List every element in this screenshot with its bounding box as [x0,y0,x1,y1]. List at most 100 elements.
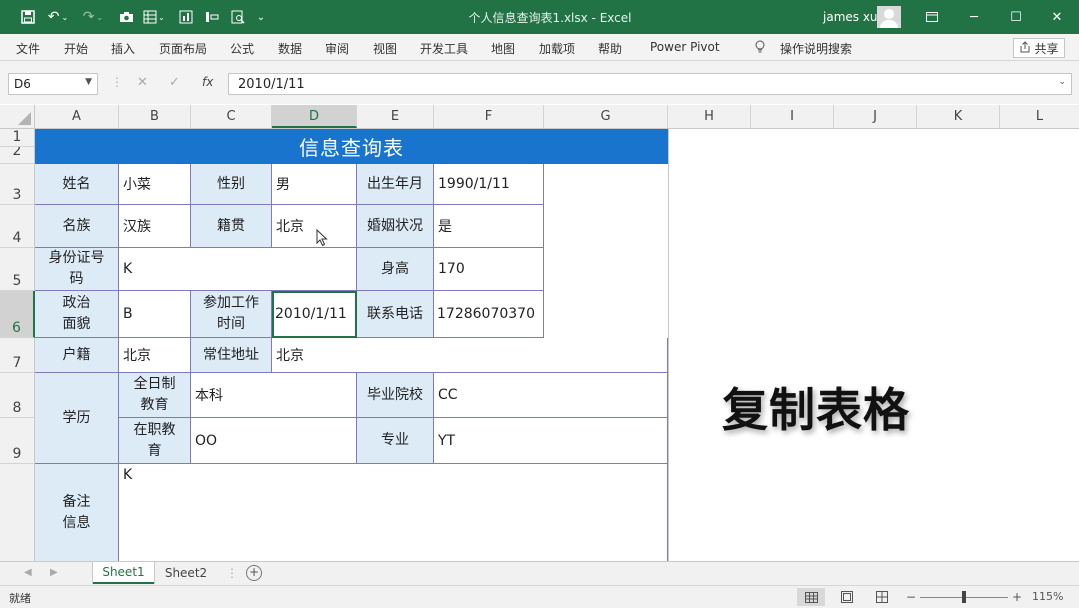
birth-label-cell[interactable]: 出生年月 [357,164,434,205]
row-header-selected[interactable]: 6 [0,291,35,338]
workstart-value-cell[interactable]: 2010/1/11 [272,291,357,338]
ribbon-display-icon[interactable] [918,6,946,28]
address-value-cell[interactable]: 北京 [272,338,668,373]
menu-map[interactable]: 地图 [491,40,515,57]
camera-icon[interactable] [116,7,136,27]
birth-value-cell[interactable]: 1990/1/11 [434,164,544,205]
fulltime-label-cell[interactable]: 全日制教育 [119,373,191,418]
minimize-icon[interactable]: ─ [960,6,988,28]
enter-icon[interactable]: ✓ [169,75,180,90]
menu-page-layout[interactable]: 页面布局 [159,40,207,57]
zoom-out-icon[interactable]: − [906,590,916,604]
id-value-cell[interactable]: K [119,248,357,291]
menu-power-pivot[interactable]: Power Pivot [650,40,720,54]
column-header[interactable]: C [191,105,272,128]
preview-icon[interactable] [228,7,248,27]
insert-function-icon[interactable]: fx [202,75,213,89]
columns-icon[interactable] [202,7,222,27]
cancel-icon[interactable]: ✕ [137,75,148,90]
maximize-icon[interactable]: ☐ [1002,6,1030,28]
chart-icon[interactable] [176,7,196,27]
workstart-label-cell[interactable]: 参加工作时间 [191,291,272,338]
gender-label-cell[interactable]: 性别 [191,164,272,205]
household-label-cell[interactable]: 户籍 [35,338,119,373]
close-icon[interactable]: ✕ [1043,6,1071,28]
address-label-cell[interactable]: 常住地址 [191,338,272,373]
remark-label-cell[interactable]: 备注信息 [35,464,119,561]
height-value-cell[interactable]: 170 [434,248,544,291]
menu-data[interactable]: 数据 [278,40,302,57]
redo-icon[interactable]: ↷ ⌄ [80,7,106,27]
fulltime-value-cell[interactable]: 本科 [191,373,357,418]
save-icon[interactable] [18,7,38,27]
ethnic-label-cell[interactable]: 名族 [35,205,119,248]
add-sheet-icon[interactable]: + [246,565,262,581]
household-value-cell[interactable]: 北京 [119,338,191,373]
menu-view[interactable]: 视图 [373,40,397,57]
menu-file[interactable]: 文件 [16,40,40,57]
menu-formulas[interactable]: 公式 [230,40,254,57]
page-layout-view-icon[interactable] [833,588,861,606]
menu-review[interactable]: 审阅 [325,40,349,57]
political-label-cell[interactable]: 政治面貌 [35,291,119,338]
row-header[interactable]: 1 [0,129,35,147]
page-break-view-icon[interactable] [868,588,896,606]
formula-input[interactable]: 2010/1/11 ⌄ [228,73,1072,95]
remark-value-cell[interactable]: K [119,464,668,561]
native-value-cell[interactable]: 北京 [272,205,357,248]
zoom-level[interactable]: 115% [1032,590,1063,603]
column-header[interactable]: F [434,105,544,128]
marital-label-cell[interactable]: 婚姻状况 [357,205,434,248]
name-value-cell[interactable]: 小菜 [119,164,191,205]
height-label-cell[interactable]: 身高 [357,248,434,291]
tab-sheet1[interactable]: Sheet1 [93,562,154,584]
menu-developer[interactable]: 开发工具 [420,40,468,57]
zoom-in-icon[interactable]: + [1012,590,1022,604]
row-header-partial[interactable] [0,464,35,561]
menu-help[interactable]: 帮助 [598,40,622,57]
normal-view-icon[interactable] [797,588,825,606]
table-title[interactable]: 信息查询表 [35,129,668,164]
undo-icon[interactable]: ↶ ⌄ [45,7,71,27]
scroll-left-icon[interactable]: ◀ [24,567,32,578]
row-header[interactable]: 4 [0,205,35,248]
select-all-button[interactable] [0,105,35,129]
column-header[interactable]: A [35,105,119,128]
row-header[interactable]: 5 [0,248,35,291]
column-header[interactable]: G [544,105,668,128]
id-label-cell[interactable]: 身份证号码 [35,248,119,291]
row-header[interactable]: 7 [0,338,35,373]
menu-home[interactable]: 开始 [64,40,88,57]
ethnic-value-cell[interactable]: 汉族 [119,205,191,248]
row-header[interactable]: 8 [0,373,35,418]
gender-value-cell[interactable]: 男 [272,164,357,205]
major-label-cell[interactable]: 专业 [357,418,434,464]
column-header[interactable]: K [917,105,1000,128]
school-label-cell[interactable]: 毕业院校 [357,373,434,418]
menu-insert[interactable]: 插入 [111,40,135,57]
row-header[interactable]: 2 [0,147,35,164]
column-header[interactable]: B [119,105,191,128]
political-value-cell[interactable]: B [119,291,191,338]
user-name[interactable]: james xu [823,10,878,24]
column-header-selected[interactable]: D [272,105,357,128]
phone-label-cell[interactable]: 联系电话 [357,291,434,338]
customize-icon[interactable]: ⌄ [254,7,268,27]
menu-addins[interactable]: 加载项 [539,40,575,57]
tab-sheet2[interactable]: Sheet2 [156,562,216,584]
column-header[interactable]: E [357,105,434,128]
phone-value-cell[interactable]: 17286070370 [434,291,544,338]
major-value-cell[interactable]: YT [434,418,668,464]
inservice-value-cell[interactable]: OO [191,418,357,464]
marital-value-cell[interactable]: 是 [434,205,544,248]
expand-formula-icon[interactable]: ⌄ [1058,77,1066,87]
chevron-down-icon[interactable]: ▼ [85,77,92,87]
avatar[interactable] [877,6,901,28]
name-box[interactable]: D6 ▼ [8,73,98,95]
column-header[interactable]: I [751,105,834,128]
native-label-cell[interactable]: 籍贯 [191,205,272,248]
column-header[interactable]: L [1000,105,1079,128]
row-header[interactable]: 3 [0,164,35,205]
education-label-cell[interactable]: 学历 [35,373,119,464]
share-button[interactable]: 共享 [1013,38,1065,58]
